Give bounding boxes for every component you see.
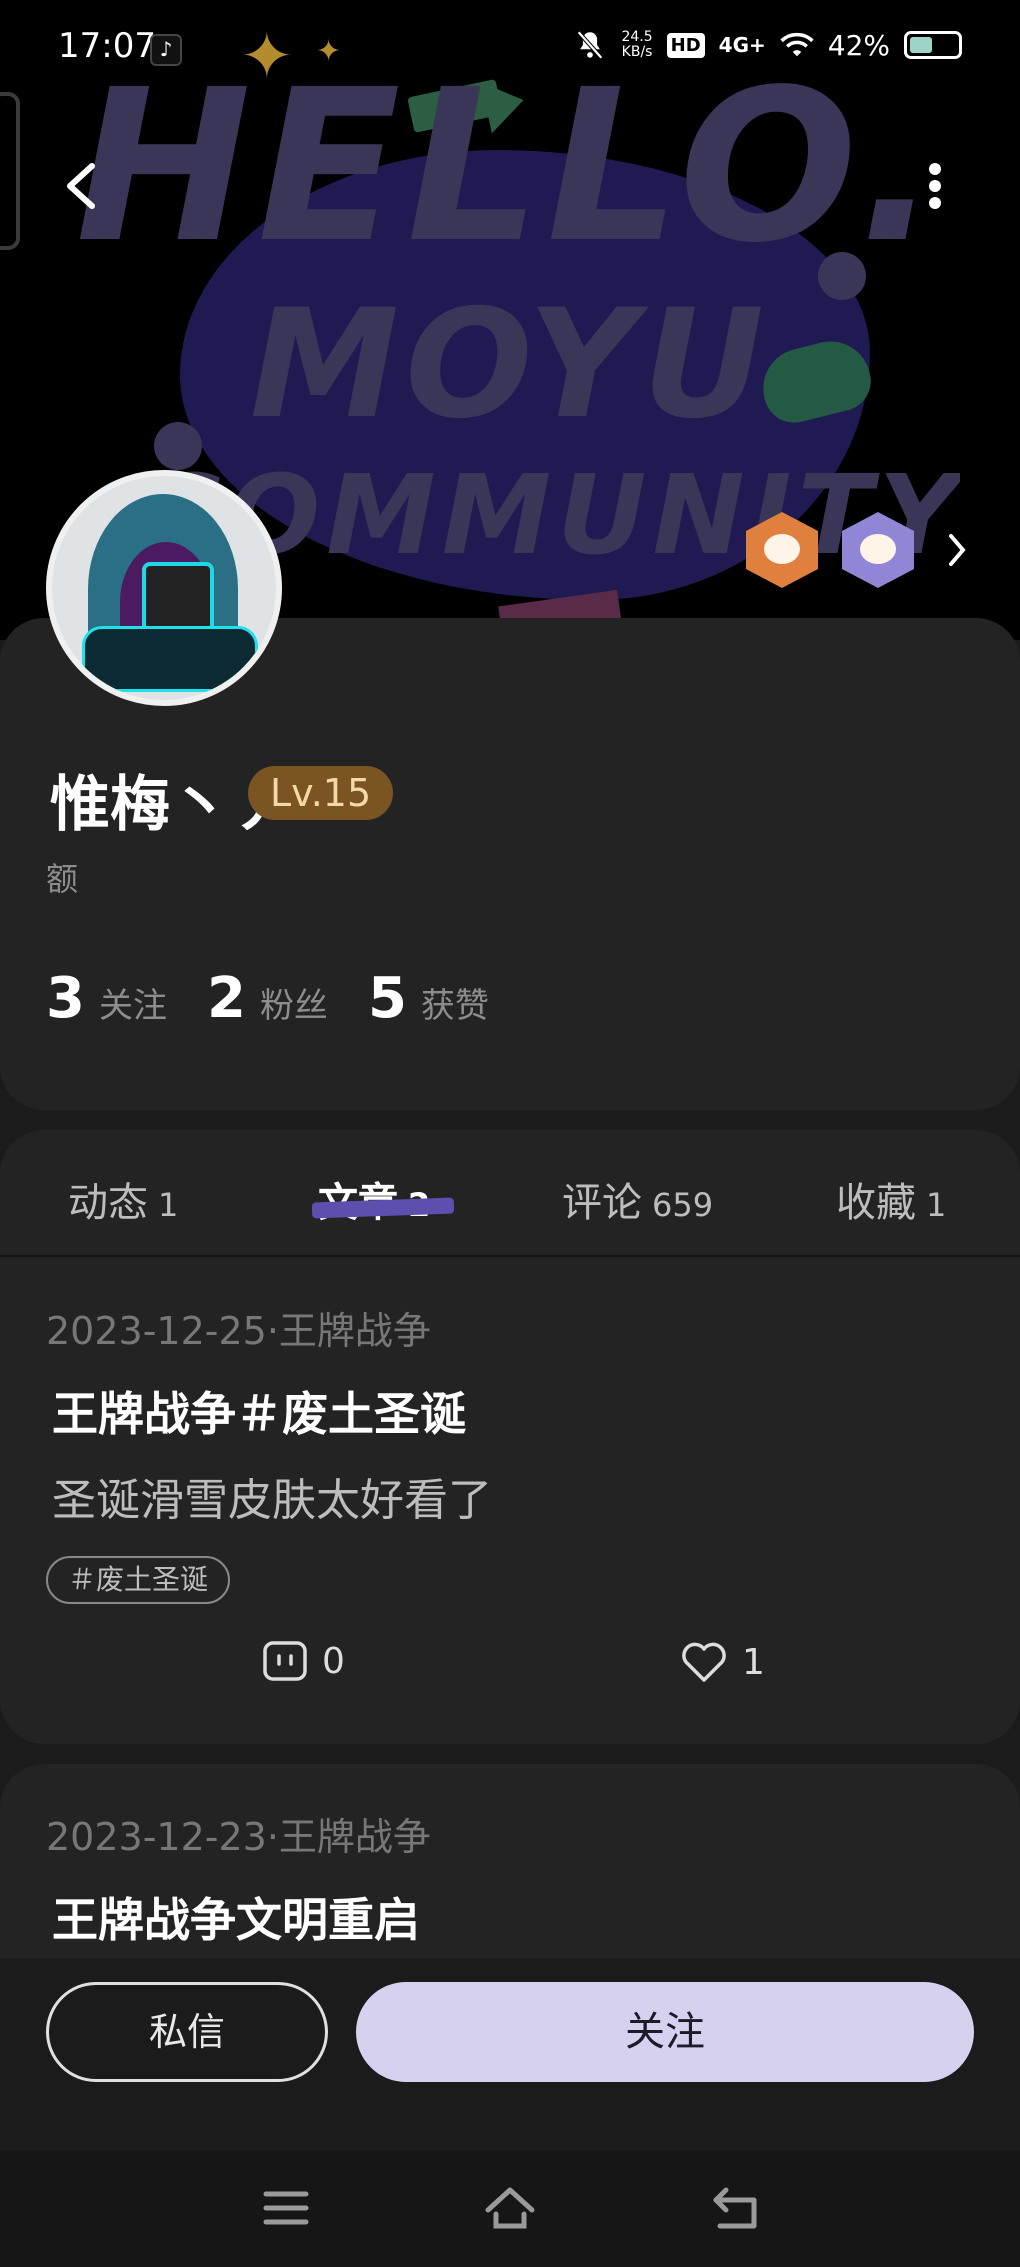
network-speed-unit: KB/s [621,44,653,60]
heart-icon [682,1642,726,1682]
wifi-icon [780,32,814,57]
battery-percent: 42% [827,28,890,62]
network-speed: 24.5 KB/s [621,30,652,60]
comment-count: 0 [322,1640,345,1682]
follow-button[interactable]: 关注 [356,1982,974,2082]
mobile-signal-label: 4G+ [718,33,766,57]
stat-following-label: 关注 [98,986,167,1026]
network-speed-value: 24.5 [621,29,653,45]
system-nav-bar [0,2150,1020,2267]
home-icon[interactable] [482,2180,538,2236]
tab-comments-label: 评论 [562,1180,642,1226]
tab-activity-label: 动态 [68,1180,148,1226]
status-icons: 24.5 KB/s HD 4G+ 42% [573,28,962,62]
stat-likes[interactable]: 5 获赞 [368,966,489,1031]
article-card[interactable]: 2023-12-25·王牌战争 王牌战争＃废土圣诞 圣诞滑雪皮肤太好看了 ＃废土… [0,1258,1020,1744]
stat-followers-count: 2 [206,966,246,1031]
tab-activity[interactable]: 动态 1 [68,1170,178,1228]
mute-bell-icon [577,30,604,60]
back-arrow-icon[interactable] [58,158,106,214]
system-back-icon[interactable] [708,2180,764,2236]
recent-apps-menu-icon[interactable] [258,2180,314,2236]
user-avatar[interactable] [46,470,282,706]
status-bar: 17:07 ♪ 24.5 KB/s HD 4G+ 42% [0,0,1020,96]
like-button[interactable]: 1 [680,1640,765,1684]
article-excerpt: 圣诞滑雪皮肤太好看了 [52,1475,492,1526]
hd-badge: HD [666,32,705,58]
medals-chevron-right-icon[interactable] [945,530,969,570]
profile-stats: 3 关注 2 粉丝 5 获赞 [46,966,529,1031]
user-signature: 额 [46,860,79,898]
comment-icon [263,1641,307,1681]
side-edge-handle [0,92,20,250]
more-options-icon[interactable] [920,158,950,218]
tabs-divider [0,1255,1020,1257]
banner-text-moyu: MOYU [249,278,771,452]
profile-action-bar: 私信 关注 [0,1958,1020,2150]
private-message-button[interactable]: 私信 [46,1982,328,2082]
tab-activity-count: 1 [158,1186,179,1224]
stat-followers[interactable]: 2 粉丝 [207,966,328,1031]
content-tabs: 动态1 文章2 评论659 收藏1 [0,1130,1020,1260]
tab-favorites-label: 收藏 [836,1180,916,1226]
stat-following-count: 3 [46,966,85,1031]
tiktok-notification-icon: ♪ [150,34,182,66]
tab-comments[interactable]: 评论 659 [562,1170,713,1228]
status-time: 17:07 [58,26,156,66]
stat-likes-label: 获赞 [420,986,489,1026]
article-meta: 2023-12-23·王牌战争 [46,1815,431,1859]
article-title: 王牌战争＃废土圣诞 [52,1387,466,1441]
like-count: 1 [742,1641,765,1683]
level-badge[interactable]: Lv.15 [248,766,394,820]
tab-favorites[interactable]: 收藏 1 [836,1170,946,1228]
article-title: 王牌战争文明重启 [52,1893,420,1947]
battery-icon [904,31,962,59]
stat-following[interactable]: 3 关注 [46,966,167,1031]
article-tag[interactable]: ＃废土圣诞 [46,1556,231,1604]
comment-button[interactable]: 0 [262,1640,345,1682]
stat-followers-label: 粉丝 [259,986,328,1026]
article-meta: 2023-12-25·王牌战争 [46,1309,431,1353]
tab-comments-count: 659 [652,1186,714,1224]
tab-favorites-count: 1 [926,1186,947,1224]
stat-likes-count: 5 [367,966,407,1031]
